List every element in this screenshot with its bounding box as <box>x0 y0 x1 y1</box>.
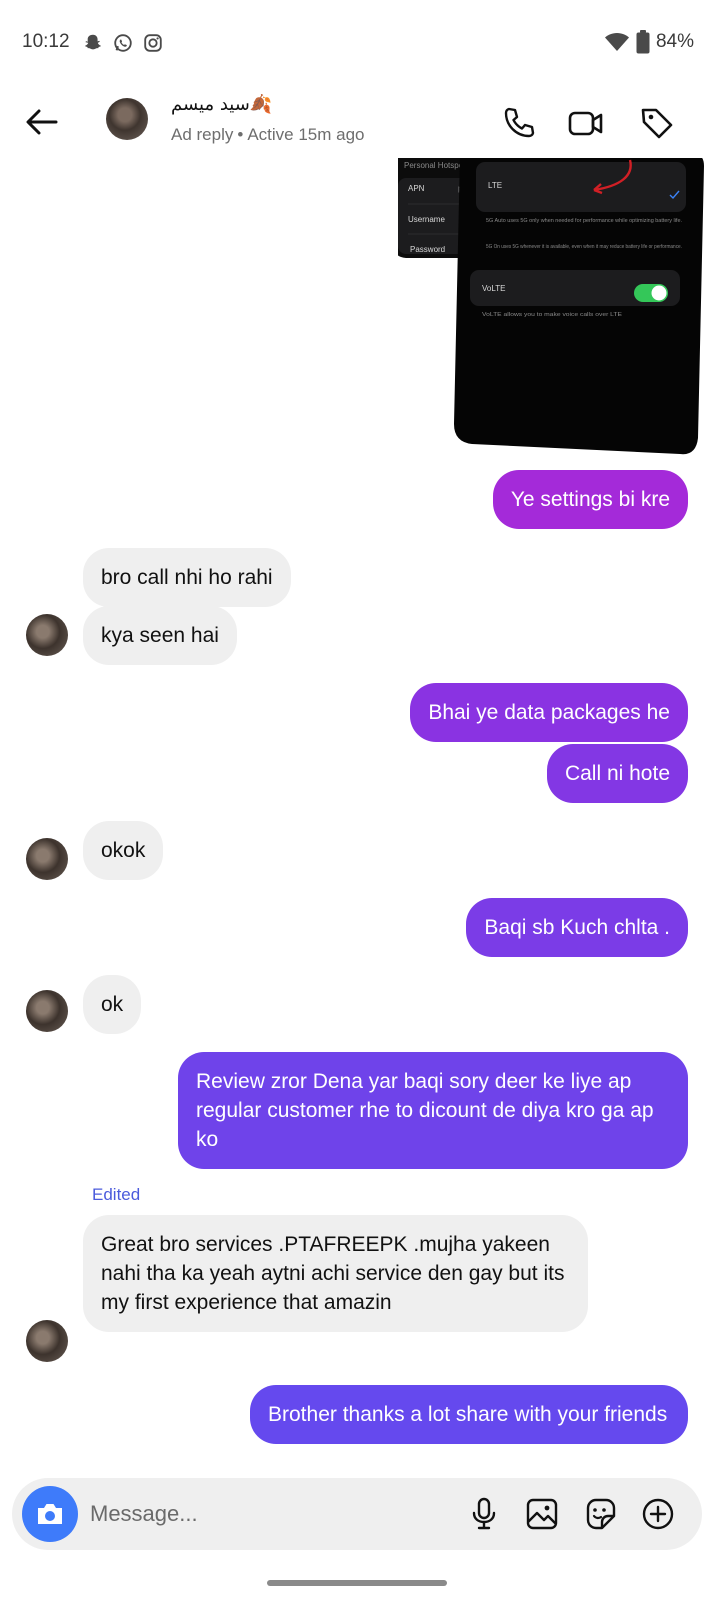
instagram-icon <box>144 34 162 52</box>
battery-icon <box>636 30 650 54</box>
volte-note: VoLTE allows you to make voice calls ove… <box>482 312 623 318</box>
camera-button[interactable] <box>22 1486 78 1542</box>
wifi-icon <box>604 33 629 51</box>
incoming-message[interactable]: Great bro services .PTAFREEPK .mujha yak… <box>83 1215 588 1332</box>
microphone-icon[interactable] <box>466 1496 502 1532</box>
contact-avatar[interactable] <box>106 98 148 140</box>
contact-avatar-small[interactable] <box>26 838 68 880</box>
chat-header: سید میسم🍂 Ad reply • Active 15m ago <box>0 88 714 160</box>
phone-icon[interactable] <box>500 104 538 142</box>
status-time: 10:12 <box>22 31 70 52</box>
card-row-1: Personal Hotspo <box>404 161 464 170</box>
snapchat-icon <box>85 34 101 50</box>
status-bar: 10:12 84% <box>0 0 714 88</box>
sticker-icon[interactable] <box>582 1496 618 1532</box>
contact-avatar-small[interactable] <box>26 614 68 656</box>
note-5g-on: 5G On uses 5G whenever it is available, … <box>486 244 682 250</box>
edited-label: Edited <box>92 1185 141 1204</box>
volte-label: VoLTE <box>482 284 505 293</box>
outgoing-message[interactable]: Baqi sb Kuch chlta . <box>466 898 688 957</box>
whatsapp-icon <box>114 34 132 52</box>
tag-icon[interactable] <box>638 104 676 142</box>
incoming-message[interactable]: okok <box>83 821 164 880</box>
ad-reply-label: Ad reply <box>171 125 234 144</box>
outgoing-message[interactable]: Ye settings bi kre <box>492 470 688 529</box>
card-row-3: Username <box>408 215 445 224</box>
back-arrow-icon[interactable] <box>22 102 62 142</box>
outgoing-message[interactable]: Bhai ye data packages he <box>410 683 688 742</box>
outgoing-message[interactable]: Call ni hote <box>546 744 688 803</box>
outgoing-message[interactable]: Review zror Dena yar baqi sory deer ke l… <box>178 1052 688 1169</box>
plus-icon[interactable] <box>640 1496 676 1532</box>
message-composer <box>12 1478 702 1550</box>
battery-percent: 84% <box>655 31 694 52</box>
incoming-message[interactable]: ok <box>83 975 142 1034</box>
message-input[interactable] <box>90 1494 430 1534</box>
home-indicator[interactable] <box>267 1580 447 1586</box>
contact-subtitle: Ad reply • Active 15m ago <box>171 125 365 145</box>
contact-name[interactable]: سید میسم🍂 <box>171 94 272 115</box>
card-row-2: APN <box>408 184 425 193</box>
card-row-4: Password <box>410 245 445 254</box>
video-icon[interactable] <box>567 104 605 142</box>
shared-image[interactable]: Personal Hotspo APN pk Username Password… <box>398 158 714 460</box>
incoming-message[interactable]: kya seen hai <box>83 606 237 665</box>
active-status: Active 15m ago <box>247 125 365 144</box>
contact-avatar-small[interactable] <box>26 990 68 1032</box>
separator: • <box>237 125 244 144</box>
outgoing-message[interactable]: Brother thanks a lot share with your fri… <box>250 1385 688 1444</box>
lte-label: LTE <box>488 181 502 190</box>
gallery-icon[interactable] <box>524 1496 560 1532</box>
settings-card-right: LTE 5G Auto uses 5G only when needed for… <box>454 158 704 455</box>
contact-avatar-small[interactable] <box>26 1320 68 1362</box>
camera-icon <box>38 1504 62 1524</box>
incoming-message[interactable]: bro call nhi ho rahi <box>83 548 291 607</box>
note-5g-auto: 5G Auto uses 5G only when needed for per… <box>486 218 682 224</box>
